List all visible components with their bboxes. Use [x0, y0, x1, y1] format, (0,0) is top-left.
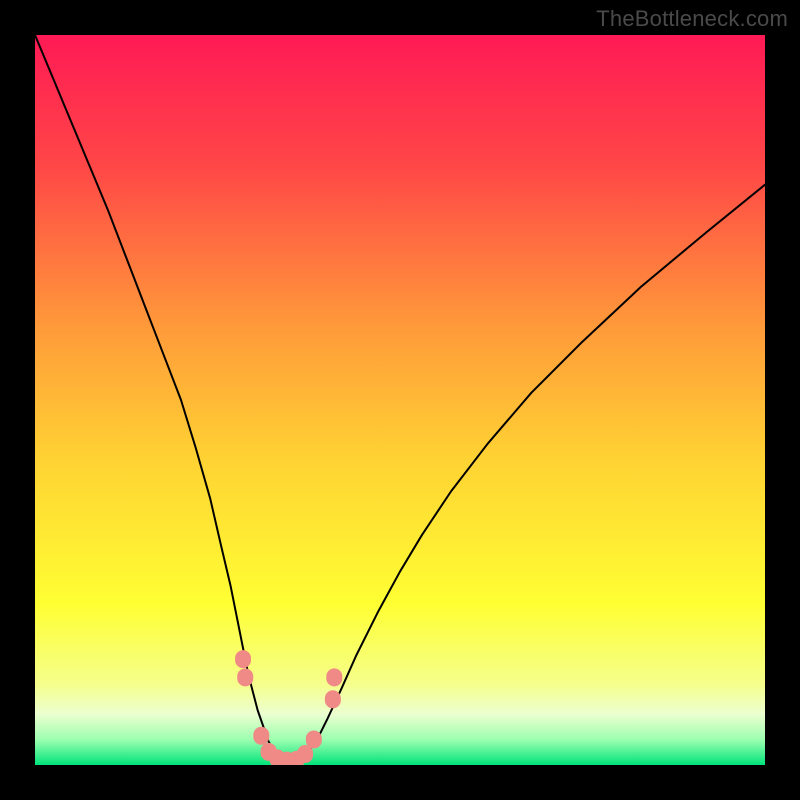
critical-marker [253, 727, 269, 745]
critical-marker [326, 668, 342, 686]
chart-svg [35, 35, 765, 765]
critical-marker [306, 730, 322, 748]
critical-marker [325, 690, 341, 708]
gradient-background [35, 35, 765, 765]
watermark-text: TheBottleneck.com [596, 6, 788, 32]
chart-frame: TheBottleneck.com [0, 0, 800, 800]
critical-marker [235, 650, 251, 668]
plot-area [35, 35, 765, 765]
critical-marker [237, 668, 253, 686]
